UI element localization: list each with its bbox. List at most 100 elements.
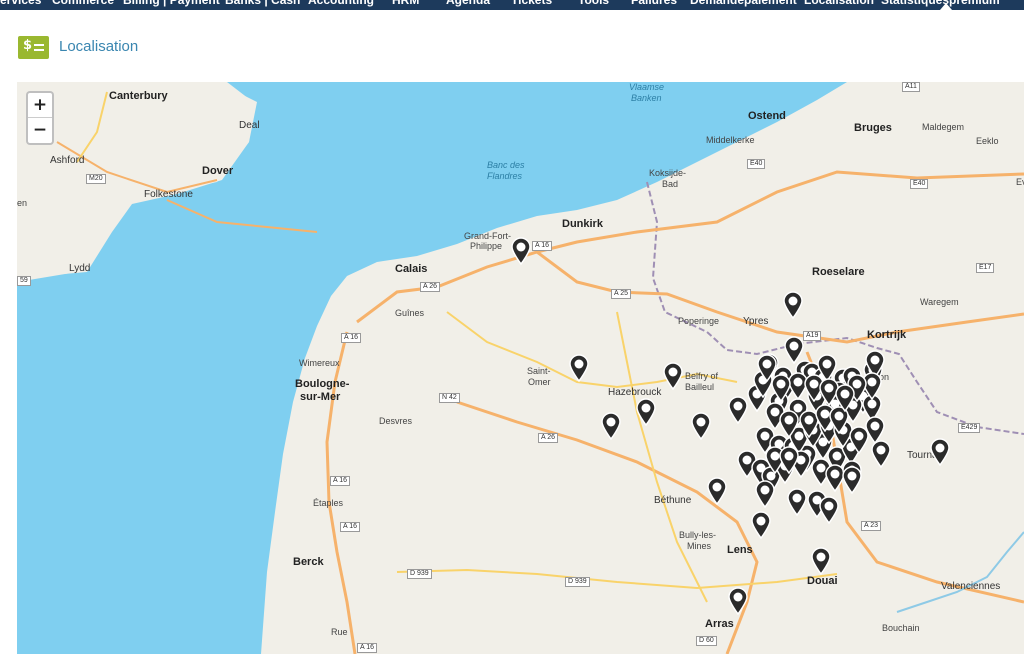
road-shield: D 939 bbox=[407, 569, 432, 579]
map-marker-icon[interactable] bbox=[834, 384, 856, 412]
map-marker-icon[interactable] bbox=[870, 440, 892, 468]
map-marker-icon[interactable] bbox=[782, 291, 804, 319]
map-marker-icon[interactable] bbox=[568, 354, 590, 382]
place-label: Dunkirk bbox=[562, 218, 603, 230]
map-marker-icon[interactable] bbox=[754, 480, 776, 508]
place-label: Bouchain bbox=[882, 623, 920, 633]
sea-label: Flandres bbox=[487, 171, 523, 181]
nav-item-agenda[interactable]: Agenda bbox=[446, 0, 490, 7]
road-shield: M20 bbox=[86, 174, 106, 184]
nav-item-tickets[interactable]: Tickets bbox=[511, 0, 552, 7]
place-label: Desvres bbox=[379, 416, 413, 426]
page-title: Localisation bbox=[59, 38, 139, 55]
road-shield: E40 bbox=[910, 179, 929, 189]
place-label: Ev bbox=[1016, 177, 1024, 187]
nav-item-hrm[interactable]: HRM bbox=[392, 0, 419, 7]
road-shield: A 26 bbox=[420, 282, 441, 292]
place-label: Ashford bbox=[50, 155, 85, 166]
place-label: Koksijde- bbox=[649, 168, 687, 178]
nav-item-billing-payment[interactable]: Billing | Payment bbox=[123, 0, 220, 7]
place-label: Philippe bbox=[470, 241, 503, 251]
place-label: Berck bbox=[293, 556, 324, 568]
place-label: Middelkerke bbox=[706, 135, 755, 145]
road-shield: D 939 bbox=[565, 577, 590, 587]
map-marker-icon[interactable] bbox=[929, 438, 951, 466]
place-label: Étaples bbox=[313, 498, 344, 508]
map-marker-icon[interactable] bbox=[706, 477, 728, 505]
map-marker-icon[interactable] bbox=[600, 412, 622, 440]
place-label: Poperinge bbox=[678, 316, 720, 326]
place-label: Wimereux bbox=[299, 358, 340, 368]
place-label: Bruges bbox=[854, 122, 892, 134]
road-secondary bbox=[616, 311, 708, 603]
place-label: Saint- bbox=[527, 366, 551, 376]
top-navigation-bar: ervices Commerce Billing | Payment Banks | … bbox=[0, 0, 1024, 10]
road-shield: A 16 bbox=[357, 643, 378, 653]
map-marker-icon[interactable] bbox=[841, 466, 863, 494]
sea-label: Vlaamse bbox=[629, 82, 665, 92]
map-marker-icon[interactable] bbox=[848, 426, 870, 454]
place-label: Maldegem bbox=[922, 122, 965, 132]
place-label: Bully-les- bbox=[679, 530, 717, 540]
road-shield: A19 bbox=[803, 331, 822, 341]
place-label: Valenciennes bbox=[941, 581, 1001, 592]
nav-item-localisation[interactable]: Localisation bbox=[804, 0, 874, 7]
place-label: Hazebrouck bbox=[608, 387, 662, 398]
road-shield: 59 bbox=[17, 276, 31, 286]
map-marker-icon[interactable] bbox=[662, 362, 684, 390]
nav-item-tools[interactable]: Tools bbox=[578, 0, 609, 7]
place-label: Eeklo bbox=[976, 136, 999, 146]
nav-item-accounting[interactable]: Accounting bbox=[308, 0, 374, 7]
place-label: Bailleul bbox=[685, 382, 715, 392]
road-shield: A 26 bbox=[538, 433, 559, 443]
place-label: Roeselare bbox=[812, 266, 865, 278]
place-label: Omer bbox=[528, 377, 551, 387]
map-marker-icon[interactable] bbox=[727, 587, 749, 615]
road-motorway bbox=[396, 568, 838, 590]
place-label: Douai bbox=[807, 575, 838, 587]
place-label: Folkestone bbox=[144, 189, 193, 200]
money-icon: $ bbox=[18, 36, 49, 59]
road-shield: A 16 bbox=[330, 476, 351, 486]
nav-item-commerce[interactable]: Commerce bbox=[52, 0, 114, 7]
place-label: Dover bbox=[202, 165, 234, 177]
map-marker-icon[interactable] bbox=[810, 547, 832, 575]
place-label: Lydd bbox=[69, 263, 91, 274]
zoom-out-button[interactable]: − bbox=[28, 117, 52, 142]
road-shield: E17 bbox=[976, 263, 995, 273]
place-label: Arras bbox=[705, 618, 734, 630]
place-label: sur-Mer bbox=[300, 391, 341, 403]
road-shield: N 42 bbox=[439, 393, 460, 403]
place-label: Grand-Fort- bbox=[464, 231, 512, 241]
road-shield: A 25 bbox=[611, 289, 632, 299]
map-marker-icon[interactable] bbox=[690, 412, 712, 440]
place-label: Canterbury bbox=[109, 90, 168, 102]
nav-item-ervices[interactable]: ervices bbox=[0, 0, 41, 7]
road-shield: A 23 bbox=[861, 521, 882, 531]
road-shield: A 16 bbox=[532, 241, 553, 251]
zoom-in-button[interactable]: + bbox=[28, 93, 52, 117]
map-marker-icon[interactable] bbox=[778, 446, 800, 474]
active-tab-indicator bbox=[940, 3, 952, 10]
place-label: Rue bbox=[331, 627, 348, 637]
map-marker-icon[interactable] bbox=[750, 511, 772, 539]
map-marker-icon[interactable] bbox=[786, 488, 808, 516]
nav-item-banks-cash[interactable]: Banks | Cash bbox=[225, 0, 300, 7]
nav-item-demandepaiement[interactable]: Demandepaiement bbox=[690, 0, 797, 7]
road-shield: D 60 bbox=[696, 636, 717, 646]
place-label: Waregem bbox=[920, 297, 959, 307]
river bbox=[896, 531, 1024, 613]
sea-label: Banken bbox=[631, 93, 662, 103]
nav-item-failures[interactable]: Failures bbox=[631, 0, 677, 7]
zoom-control: + − bbox=[26, 91, 54, 145]
map-marker-icon[interactable] bbox=[818, 496, 840, 524]
place-label: Ypres bbox=[743, 316, 769, 327]
road-shield: E429 bbox=[958, 423, 981, 433]
map-marker-icon[interactable] bbox=[635, 398, 657, 426]
place-label: Bad bbox=[662, 179, 679, 189]
map-view[interactable]: Canterbury Deal Ashford Dover Folkestone Lydd… bbox=[17, 82, 1024, 654]
map-marker-icon[interactable] bbox=[778, 410, 800, 438]
road-shield: A 16 bbox=[341, 333, 362, 343]
map-marker-icon[interactable] bbox=[770, 374, 792, 402]
map-marker-icon[interactable] bbox=[510, 237, 532, 265]
